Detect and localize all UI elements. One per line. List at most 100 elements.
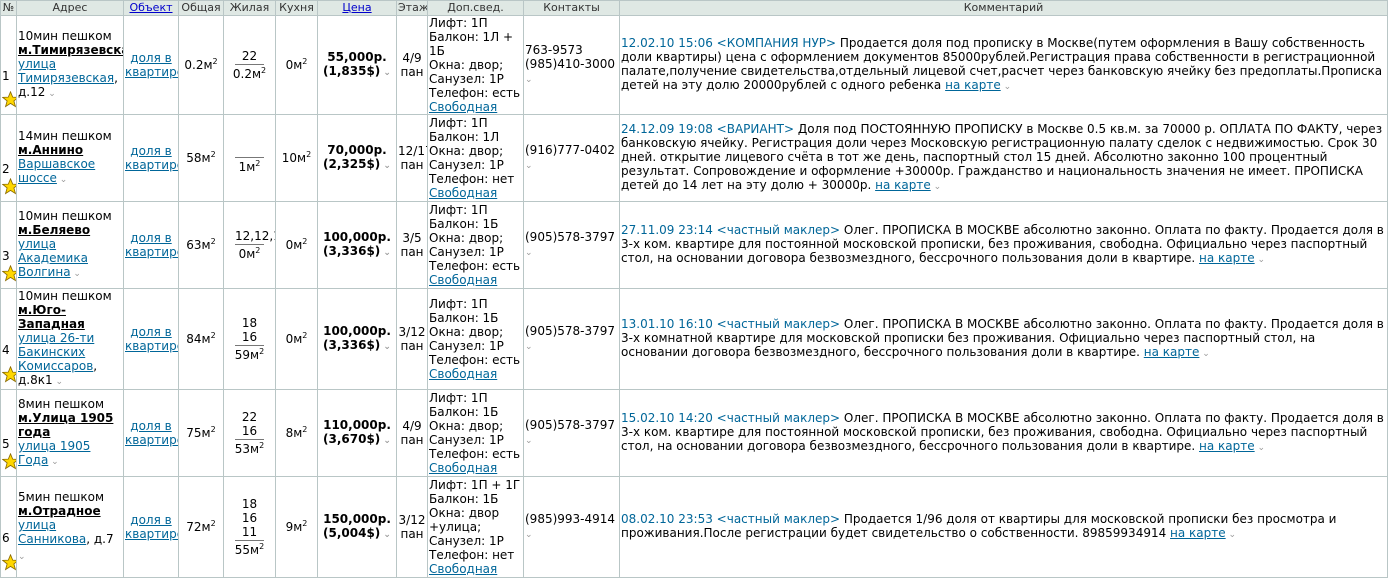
contacts-cell: (905)578-3797 ⌄ xyxy=(523,389,620,477)
dropdown-icon[interactable]: ⌄ xyxy=(1226,530,1237,540)
street-link[interactable]: улица Санникова xyxy=(18,518,86,546)
favorite-star-icon[interactable] xyxy=(2,366,17,383)
extra-info-line: Лифт: 1П xyxy=(429,297,488,311)
map-link[interactable]: на карте xyxy=(1170,526,1226,540)
dropdown-icon[interactable]: ⌄ xyxy=(525,342,533,352)
dropdown-icon[interactable]: ⌄ xyxy=(380,342,391,352)
map-link[interactable]: на карте xyxy=(1199,439,1255,453)
map-link[interactable]: на карте xyxy=(875,178,931,192)
dropdown-icon[interactable]: ⌄ xyxy=(71,269,81,279)
dropdown-icon[interactable]: ⌄ xyxy=(380,248,391,258)
dropdown-icon[interactable]: ⌄ xyxy=(1199,349,1210,359)
building-type: пан xyxy=(400,65,424,79)
row-number: 1 xyxy=(2,69,10,83)
map-link[interactable]: на карте xyxy=(1199,251,1255,265)
availability-link[interactable]: Свободная xyxy=(429,367,522,381)
total-area-cell: 58м2 xyxy=(178,114,224,202)
kitchen-area-cell: 0м2 xyxy=(275,288,318,390)
dropdown-icon[interactable]: ⌄ xyxy=(45,89,56,99)
object-type-link[interactable]: доля в квартире xyxy=(125,51,178,79)
metro-link[interactable]: м.Аннино xyxy=(18,143,122,157)
object-type-link[interactable]: доля в квартире xyxy=(125,144,178,172)
col-header-object[interactable]: Объект xyxy=(123,0,179,16)
dropdown-icon[interactable]: ⌄ xyxy=(380,530,391,540)
row-number: 4 xyxy=(2,343,10,357)
object-type-link[interactable]: доля в квартире xyxy=(125,419,178,447)
contacts-cell: 763-9573 (985)410-3000 ⌄ xyxy=(523,15,620,115)
dropdown-icon[interactable]: ⌄ xyxy=(1255,255,1266,265)
extra-info-line: Балкон: 1Б xyxy=(429,311,499,325)
phone-number: (905)578-3797 xyxy=(525,418,616,432)
extra-info-line: Балкон: 1Б xyxy=(429,217,499,231)
dropdown-icon[interactable]: ⌄ xyxy=(48,457,59,467)
unit-squared: 2 xyxy=(259,542,265,551)
extra-info-cell: Лифт: 1П Балкон: 1Л Окна: двор; Санузел: 1Р… xyxy=(427,114,524,202)
sort-price-link[interactable]: Цена xyxy=(342,2,371,15)
unit-squared: 2 xyxy=(306,150,312,159)
dropdown-icon[interactable]: ⌄ xyxy=(525,436,533,446)
unit-squared: 2 xyxy=(255,159,261,168)
object-cell: доля в квартире xyxy=(123,288,179,390)
price-cell: 100,000р. (3,336$) ⌄ xyxy=(317,288,397,390)
availability-link[interactable]: Свободная xyxy=(429,562,522,576)
row-number-cell: 4 xyxy=(0,288,17,390)
dropdown-icon[interactable]: ⌄ xyxy=(380,436,391,446)
col-header-kitchen: Кухня xyxy=(275,0,318,16)
favorite-star-icon[interactable] xyxy=(2,91,17,108)
map-link[interactable]: на карте xyxy=(1144,345,1200,359)
availability-link[interactable]: Свободная xyxy=(429,100,522,114)
favorite-star-icon[interactable] xyxy=(2,265,17,282)
metro-link[interactable]: м.Юго-Западная xyxy=(18,303,122,331)
availability-link[interactable]: Свободная xyxy=(429,461,522,475)
room-areas xyxy=(235,142,264,158)
dropdown-icon[interactable]: ⌄ xyxy=(380,161,391,171)
unit-squared: 2 xyxy=(302,237,308,246)
unit-squared: 2 xyxy=(259,441,265,450)
phone-number: 763-9573 xyxy=(525,43,583,57)
map-link[interactable]: на карте xyxy=(945,78,1001,92)
walk-time: 8мин пешком xyxy=(18,397,104,411)
object-type-link[interactable]: доля в квартире xyxy=(125,325,178,353)
table-body: 1 10мин пешкомм.Тимирязевскаяулица Тимиря… xyxy=(0,15,1388,578)
metro-link[interactable]: м.Улица 1905 года xyxy=(18,411,122,439)
comment-cell: 12.02.10 15:06 <КОМПАНИЯ НУР> Продается … xyxy=(619,15,1388,115)
dropdown-icon[interactable]: ⌄ xyxy=(931,182,942,192)
price-rub: 55,000р. xyxy=(327,50,387,64)
dropdown-icon[interactable]: ⌄ xyxy=(525,161,533,171)
unit-squared: 2 xyxy=(302,57,308,66)
dropdown-icon[interactable]: ⌄ xyxy=(380,68,391,78)
kitchen-area-cell: 8м2 xyxy=(275,389,318,477)
availability-link[interactable]: Свободная xyxy=(429,273,522,287)
dropdown-icon[interactable]: ⌄ xyxy=(525,75,533,85)
dropdown-icon[interactable]: ⌄ xyxy=(53,377,64,387)
sort-object-link[interactable]: Объект xyxy=(129,2,172,15)
object-type-link[interactable]: доля в квартире xyxy=(125,231,178,259)
favorite-star-icon[interactable] xyxy=(2,453,17,470)
dropdown-icon[interactable]: ⌄ xyxy=(18,552,26,562)
dropdown-icon[interactable]: ⌄ xyxy=(525,530,533,540)
object-type-link[interactable]: доля в квартире xyxy=(125,513,178,541)
street-link[interactable]: улица Тимирязевская xyxy=(18,57,114,85)
dropdown-icon[interactable]: ⌄ xyxy=(525,248,533,258)
unit-squared: 2 xyxy=(302,425,308,434)
total-area-cell: 0.2м2 xyxy=(178,15,224,115)
floor-number: 3/12 xyxy=(398,513,426,527)
dropdown-icon[interactable]: ⌄ xyxy=(57,175,68,185)
metro-link[interactable]: м.Беляево xyxy=(18,223,122,237)
col-header-living: Жилая xyxy=(223,0,276,16)
street-link[interactable]: улица 26-ти Бакинских Комиссаров xyxy=(18,331,94,373)
metro-link[interactable]: м.Тимирязевская xyxy=(18,43,123,57)
listing-date: 15.02.10 14:20 xyxy=(621,411,713,425)
metro-link[interactable]: м.Отрадное xyxy=(18,504,122,518)
availability-link[interactable]: Свободная xyxy=(429,186,522,200)
favorite-star-icon[interactable] xyxy=(2,178,17,195)
agency-name: <ВАРИАНТ> xyxy=(716,122,794,136)
col-header-comment: Комментарий xyxy=(619,0,1388,16)
floor-number: 4/9 xyxy=(402,51,422,65)
col-header-price[interactable]: Цена xyxy=(317,0,397,16)
dropdown-icon[interactable]: ⌄ xyxy=(1255,443,1266,453)
col-header-contacts: Контакты xyxy=(523,0,620,16)
living-area: 53м2 xyxy=(234,441,265,457)
walk-time: 10мин пешком xyxy=(18,29,112,43)
dropdown-icon[interactable]: ⌄ xyxy=(1001,82,1012,92)
